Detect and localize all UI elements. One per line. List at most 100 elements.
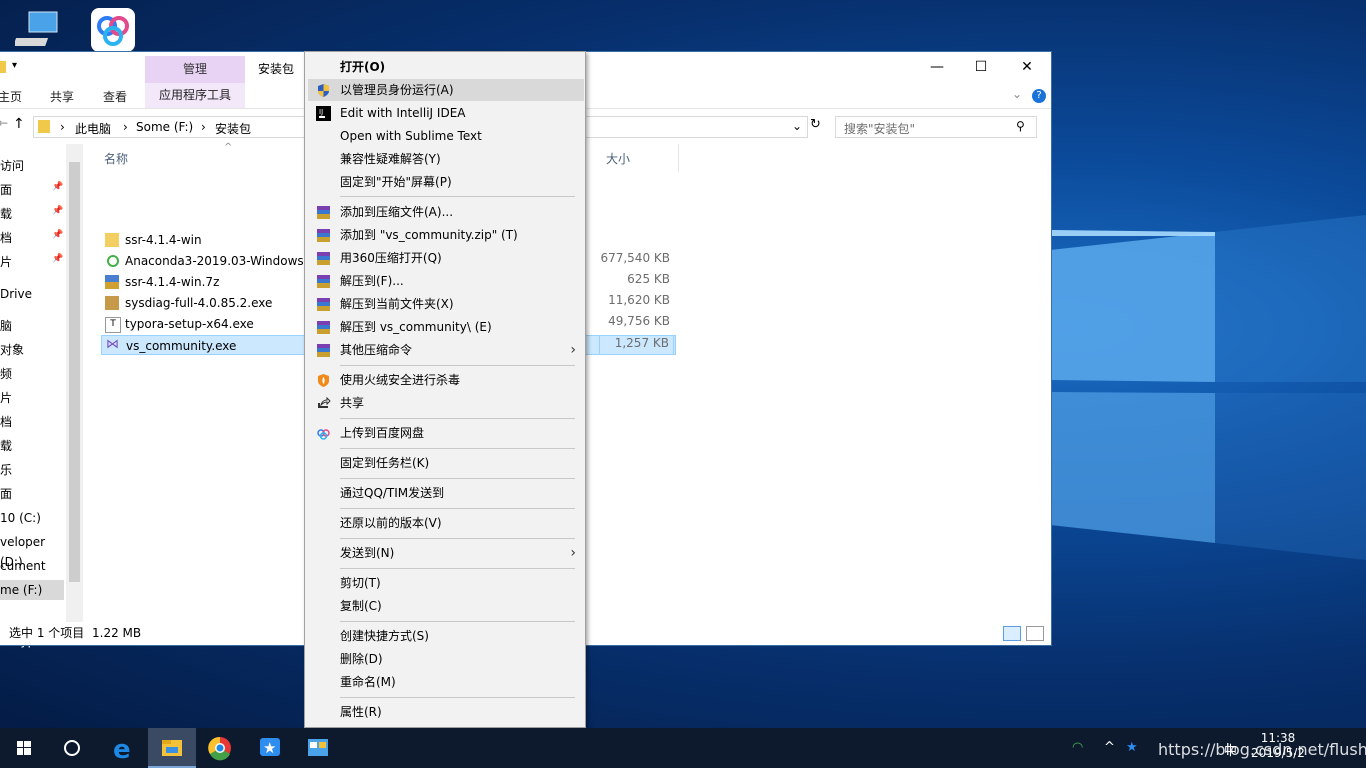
- windows-logo-icon: [17, 741, 31, 755]
- menu-item-send-to[interactable]: 发送到(N) ›: [308, 542, 584, 564]
- nav-item[interactable]: 面: [0, 484, 64, 504]
- menu-item-extract-to[interactable]: 解压到(F)...: [308, 270, 584, 292]
- winrar-icon: [317, 229, 330, 242]
- taskbar-pinned-app-2[interactable]: [294, 728, 342, 768]
- ribbon-context-tab-manage[interactable]: 管理: [145, 56, 245, 83]
- menu-separator: [340, 196, 575, 197]
- menu-separator: [340, 448, 575, 449]
- breadcrumb-drive[interactable]: Some (F:): [136, 120, 193, 134]
- breadcrumb-this-pc[interactable]: 此电脑: [75, 120, 111, 137]
- winrar-icon: [317, 275, 330, 288]
- column-header-size[interactable]: 大小: [606, 150, 630, 167]
- ribbon-expand-icon[interactable]: ⌄: [1012, 87, 1022, 101]
- nav-item[interactable]: 访问: [0, 156, 64, 176]
- file-size: 11,620 KB: [608, 293, 670, 307]
- nav-item[interactable]: 乐: [0, 460, 64, 480]
- winrar-icon: [317, 321, 330, 334]
- nav-item[interactable]: cument (E:): [0, 556, 64, 593]
- file-name: vs_community.exe: [126, 339, 237, 353]
- up-arrow-icon[interactable]: ↑: [13, 116, 25, 132]
- nav-item[interactable]: 10 (C:): [0, 508, 64, 528]
- breadcrumb-separator: ›: [123, 120, 128, 134]
- menu-item-send-qq[interactable]: 通过QQ/TIM发送到: [308, 482, 584, 504]
- menu-item-copy[interactable]: 复制(C): [308, 595, 584, 617]
- menu-item-rename[interactable]: 重命名(M): [308, 671, 584, 693]
- close-button[interactable]: ✕: [1004, 52, 1050, 83]
- search-box[interactable]: 搜索"安装包" ⚲: [835, 116, 1037, 138]
- search-input[interactable]: 搜索"安装包": [844, 120, 915, 137]
- taskbar-pinned-app[interactable]: ★: [246, 728, 294, 768]
- intellij-icon: IJ: [316, 106, 331, 121]
- clock-time: 11:38: [1260, 731, 1296, 745]
- submenu-arrow-icon: ›: [570, 342, 576, 358]
- folder-icon: [0, 61, 6, 73]
- menu-item-more-compress[interactable]: 其他压缩命令 ›: [308, 339, 584, 361]
- file-name: ssr-4.1.4-win.7z: [125, 275, 220, 289]
- menu-item-pin-start[interactable]: 固定到"开始"屏幕(P): [308, 171, 584, 193]
- nav-item[interactable]: 载: [0, 436, 64, 456]
- nav-item[interactable]: Drive: [0, 284, 64, 304]
- maximize-button[interactable]: ☐: [958, 52, 1004, 83]
- quick-access-dropdown-icon[interactable]: ▾: [12, 60, 17, 71]
- start-button[interactable]: [0, 728, 48, 768]
- back-arrow-icon[interactable]: ←: [0, 116, 8, 130]
- minimize-button[interactable]: —: [914, 52, 960, 83]
- desktop-icon-this-pc[interactable]: [4, 8, 74, 55]
- archive-icon: [105, 275, 119, 289]
- menu-item-share[interactable]: 共享: [308, 392, 584, 414]
- menu-item-open-360zip[interactable]: 用360压缩打开(Q): [308, 247, 584, 269]
- taskbar-file-explorer[interactable]: [148, 728, 196, 768]
- nav-item[interactable]: 对象: [0, 340, 64, 360]
- nav-item[interactable]: 片: [0, 388, 64, 408]
- menu-item-huorong-scan[interactable]: 使用火绒安全进行杀毒: [308, 369, 584, 391]
- menu-item-compat-troubleshoot[interactable]: 兼容性疑难解答(Y): [308, 148, 584, 170]
- tab-home[interactable]: 主页: [0, 88, 22, 105]
- details-view-icon[interactable]: [1003, 626, 1021, 641]
- menu-item-extract-here[interactable]: 解压到当前文件夹(X): [308, 293, 584, 315]
- tab-share[interactable]: 共享: [50, 88, 74, 105]
- tab-view[interactable]: 查看: [103, 88, 127, 105]
- nav-item-selected[interactable]: me (F:): [0, 580, 64, 600]
- status-selected-size: 1.22 MB: [92, 626, 142, 640]
- menu-item-delete[interactable]: 删除(D): [308, 648, 584, 670]
- column-header-name[interactable]: 名称: [104, 150, 128, 167]
- menu-item-run-as-admin[interactable]: 以管理员身份运行(A): [308, 79, 584, 101]
- nav-item[interactable]: veloper (D:): [0, 532, 64, 569]
- taskbar-chrome[interactable]: [196, 728, 244, 768]
- menu-item-upload-baidu[interactable]: 上传到百度网盘: [308, 422, 584, 444]
- menu-separator: [340, 538, 575, 539]
- show-hidden-icons-icon[interactable]: ^: [1104, 740, 1115, 755]
- nav-item[interactable]: 频: [0, 364, 64, 384]
- desktop-icon-baidu-netdisk[interactable]: [78, 6, 148, 55]
- tray-app-icon[interactable]: ★: [1126, 740, 1138, 755]
- menu-item-pin-taskbar[interactable]: 固定到任务栏(K): [308, 452, 584, 474]
- large-icons-view-icon[interactable]: [1026, 626, 1044, 641]
- menu-item-restore-versions[interactable]: 还原以前的版本(V): [308, 512, 584, 534]
- menu-item-edit-intellij[interactable]: IJ Edit with IntelliJ IDEA: [308, 102, 584, 124]
- menu-item-cut[interactable]: 剪切(T): [308, 572, 584, 594]
- refresh-icon[interactable]: ↻: [810, 117, 821, 132]
- baidu-cloud-icon: [317, 429, 330, 440]
- menu-item-create-shortcut[interactable]: 创建快捷方式(S): [308, 625, 584, 647]
- file-name: Anaconda3-2019.03-Windows-: [125, 254, 309, 268]
- help-icon[interactable]: ?: [1032, 89, 1046, 103]
- menu-item-add-archive[interactable]: 添加到压缩文件(A)...: [308, 201, 584, 223]
- nav-item[interactable]: 脑: [0, 316, 64, 336]
- menu-item-open[interactable]: 打开(O): [308, 56, 584, 78]
- huorong-icon: [318, 374, 329, 387]
- menu-item-extract-to-folder[interactable]: 解压到 vs_community\ (E): [308, 316, 584, 338]
- menu-item-add-zip[interactable]: 添加到 "vs_community.zip" (T): [308, 224, 584, 246]
- nav-scrollbar[interactable]: [66, 144, 83, 622]
- system-clock[interactable]: 11:38 2019/5/2: [1248, 731, 1308, 761]
- winrar-icon: [317, 206, 330, 219]
- menu-item-open-sublime[interactable]: Open with Sublime Text: [308, 125, 584, 147]
- menu-item-properties[interactable]: 属性(R): [308, 701, 584, 723]
- cortana-button[interactable]: [48, 728, 96, 768]
- breadcrumb-folder[interactable]: 安装包: [215, 120, 251, 137]
- wifi-icon[interactable]: ◠: [1072, 740, 1083, 755]
- taskbar-edge[interactable]: e: [100, 728, 148, 768]
- nav-scrollbar-thumb[interactable]: [69, 162, 80, 582]
- address-dropdown-icon[interactable]: ⌄: [792, 119, 802, 133]
- tab-application-tools[interactable]: 应用程序工具: [145, 83, 245, 108]
- nav-item[interactable]: 档: [0, 412, 64, 432]
